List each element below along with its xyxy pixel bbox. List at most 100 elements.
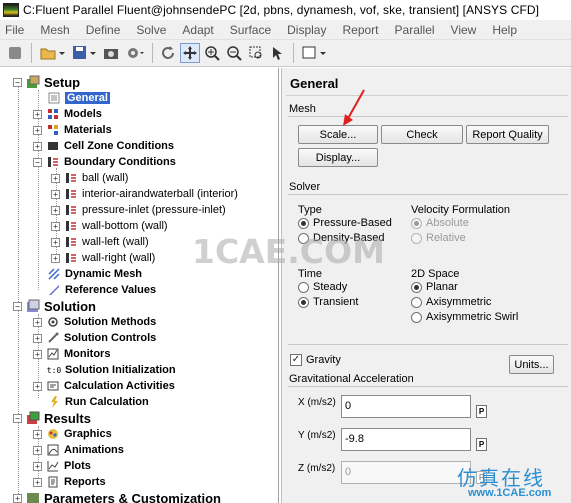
tree-solution-controls[interactable]: + Solution Controls: [33, 330, 156, 346]
transient-radio[interactable]: Transient: [298, 296, 358, 308]
tree-models[interactable]: + Models: [33, 106, 102, 122]
open-folder-icon[interactable]: [37, 43, 67, 63]
zoom-in-icon[interactable]: [202, 43, 222, 63]
checkbox-box[interactable]: ✓: [290, 354, 302, 366]
print-icon[interactable]: [4, 43, 26, 63]
solver-bottom-line: [288, 344, 568, 345]
tree-plots[interactable]: + Plots: [33, 458, 91, 474]
axisymmetric-swirl-radio[interactable]: Axisymmetric Swirl: [411, 311, 518, 323]
tree-boundary-item[interactable]: + wall-left (wall): [51, 234, 149, 250]
expand-icon[interactable]: +: [51, 189, 60, 199]
tree-setup[interactable]: − Setup: [13, 74, 80, 90]
expand-icon[interactable]: +: [13, 493, 22, 503]
expand-icon[interactable]: +: [33, 125, 42, 135]
gravity-z-input[interactable]: 0: [341, 461, 471, 484]
expand-icon[interactable]: +: [33, 349, 42, 359]
menu-help[interactable]: Help: [487, 23, 522, 37]
tree-cell-zone-conditions[interactable]: + Cell Zone Conditions: [33, 138, 174, 154]
snapshot-icon[interactable]: [101, 43, 121, 63]
tree-boundary-item[interactable]: + wall-bottom (wall): [51, 218, 168, 234]
radio-circle[interactable]: [411, 232, 422, 244]
parameter-x-button[interactable]: P: [476, 405, 487, 418]
radio-circle[interactable]: [411, 311, 422, 323]
expand-icon[interactable]: +: [33, 461, 42, 471]
tree-reference-values[interactable]: Reference Values: [47, 282, 156, 298]
gravity-y-input[interactable]: -9.8: [341, 428, 471, 451]
display-button[interactable]: Display...: [298, 148, 378, 167]
menu-solve[interactable]: Solve: [131, 23, 171, 37]
menu-report[interactable]: Report: [337, 23, 383, 37]
tree-boundary-item[interactable]: + wall-right (wall): [51, 250, 155, 266]
parameter-y-button[interactable]: P: [476, 438, 487, 451]
collapse-icon[interactable]: −: [13, 301, 22, 311]
gravity-checkbox[interactable]: ✓ Gravity: [290, 354, 341, 366]
gravity-x-input[interactable]: 0: [341, 395, 471, 418]
expand-icon[interactable]: +: [33, 429, 42, 439]
menu-define[interactable]: Define: [81, 23, 126, 37]
tree-boundary-item[interactable]: + ball (wall): [51, 170, 128, 186]
tree-materials[interactable]: + Materials: [33, 122, 112, 138]
tree-monitors[interactable]: + Monitors: [33, 346, 110, 362]
pressure-based-radio[interactable]: Pressure-Based: [298, 217, 392, 229]
zoom-box-icon[interactable]: [246, 43, 266, 63]
tree-results[interactable]: − Results: [13, 410, 91, 426]
window-icon[interactable]: [299, 43, 329, 63]
collapse-icon[interactable]: −: [13, 413, 22, 423]
expand-icon[interactable]: +: [51, 173, 60, 183]
tree-boundary-item[interactable]: + pressure-inlet (pressure-inlet): [51, 202, 226, 218]
menu-file[interactable]: File: [0, 23, 29, 37]
expand-icon[interactable]: +: [33, 141, 42, 151]
collapse-icon[interactable]: −: [33, 157, 42, 167]
tree-general[interactable]: General: [47, 90, 110, 106]
radio-circle[interactable]: [411, 296, 422, 308]
expand-icon[interactable]: +: [33, 317, 42, 327]
units-button[interactable]: Units...: [509, 355, 554, 374]
expand-icon[interactable]: +: [33, 477, 42, 487]
expand-icon[interactable]: +: [51, 221, 60, 231]
absolute-radio[interactable]: Absolute: [411, 217, 469, 229]
pan-icon[interactable]: [180, 43, 200, 63]
select-icon[interactable]: [268, 43, 288, 63]
menu-adapt[interactable]: Adapt: [177, 23, 218, 37]
check-button[interactable]: Check: [381, 125, 463, 144]
tree-calculation-activities[interactable]: + Calculation Activities: [33, 378, 175, 394]
expand-icon[interactable]: +: [33, 445, 42, 455]
planar-radio[interactable]: Planar: [411, 281, 458, 293]
tree-graphics[interactable]: + Graphics: [33, 426, 112, 442]
tree-animations[interactable]: + Animations: [33, 442, 124, 458]
tree-boundary-item[interactable]: + interior-airandwaterball (interior): [51, 186, 238, 202]
menu-parallel[interactable]: Parallel: [390, 23, 440, 37]
radio-circle[interactable]: [298, 281, 309, 293]
expand-icon[interactable]: +: [51, 205, 60, 215]
tree-boundary-conditions[interactable]: − Boundary Conditions: [33, 154, 176, 170]
tree-solution-methods[interactable]: + Solution Methods: [33, 314, 156, 330]
report-quality-button[interactable]: Report Quality: [466, 125, 549, 144]
expand-icon[interactable]: +: [51, 253, 60, 263]
menu-view[interactable]: View: [446, 23, 482, 37]
collapse-icon[interactable]: −: [13, 77, 22, 87]
radio-circle[interactable]: [298, 296, 309, 308]
expand-icon[interactable]: +: [51, 237, 60, 247]
expand-icon[interactable]: +: [33, 109, 42, 119]
tree-dynamic-mesh[interactable]: Dynamic Mesh: [47, 266, 142, 282]
tree-solution[interactable]: − Solution: [13, 298, 96, 314]
menu-mesh[interactable]: Mesh: [35, 23, 74, 37]
steady-radio[interactable]: Steady: [298, 281, 347, 293]
radio-circle[interactable]: [411, 217, 422, 229]
radio-circle[interactable]: [411, 281, 422, 293]
tree-solution-initialization[interactable]: t:0 Solution Initialization: [47, 362, 176, 378]
expand-icon[interactable]: +: [33, 381, 42, 391]
settings-icon[interactable]: [123, 43, 147, 63]
relative-radio[interactable]: Relative: [411, 232, 466, 244]
axisymmetric-radio[interactable]: Axisymmetric: [411, 296, 491, 308]
tree-run-calculation[interactable]: Run Calculation: [47, 394, 149, 410]
save-icon[interactable]: [69, 43, 99, 63]
radio-circle[interactable]: [298, 217, 309, 229]
menu-surface[interactable]: Surface: [225, 23, 276, 37]
rotate-icon[interactable]: [158, 43, 178, 63]
zoom-out-icon[interactable]: [224, 43, 244, 63]
menu-display[interactable]: Display: [282, 23, 331, 37]
expand-icon[interactable]: +: [33, 333, 42, 343]
tree-reports[interactable]: + Reports: [33, 474, 106, 490]
tree-parameters[interactable]: + Parameters & Customization: [13, 490, 221, 503]
